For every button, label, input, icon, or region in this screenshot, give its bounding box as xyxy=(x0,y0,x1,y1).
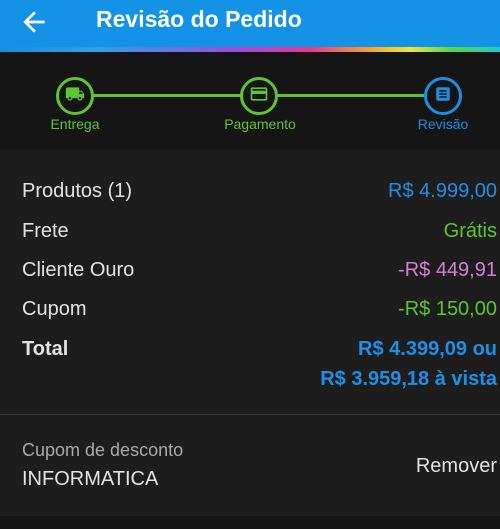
gold-client-label: Cliente Ouro xyxy=(22,259,135,281)
step-label-entrega: Entrega xyxy=(50,116,100,132)
shipping-label: Frete xyxy=(22,220,69,242)
shipping-value: Grátis xyxy=(443,220,497,242)
section-divider xyxy=(0,414,500,415)
document-icon xyxy=(434,85,452,108)
credit-card-icon xyxy=(249,84,269,109)
step-label-revisao: Revisão xyxy=(417,116,469,132)
coupon-code: INFORMATICA xyxy=(22,468,159,490)
back-button[interactable] xyxy=(18,6,58,42)
arrow-back-icon xyxy=(18,6,58,38)
summary-row-shipping: Frete Grátis xyxy=(22,218,497,244)
step-label-pagamento: Pagamento xyxy=(224,116,296,132)
total-value-installments: R$ 4.399,09 ou xyxy=(358,338,497,360)
summary-row-gold-client: Cliente Ouro -R$ 449,91 xyxy=(22,257,497,283)
summary-row-coupon: Cupom -R$ 150,00 xyxy=(22,296,497,322)
coupon-section-label: Cupom de desconto xyxy=(22,440,184,460)
summary-row-products: Produtos (1) R$ 4.999,00 xyxy=(22,178,497,204)
coupon-discount-label: Cupom xyxy=(22,298,87,320)
gold-client-value: -R$ 449,91 xyxy=(398,259,497,281)
total-value-cash: R$ 3.959,18 à vista xyxy=(320,368,497,390)
bottom-panel-edge xyxy=(0,516,500,529)
step-entrega[interactable] xyxy=(56,77,94,115)
step-connector-2 xyxy=(276,94,426,97)
app-bar: Revisão do Pedido xyxy=(0,0,500,47)
step-pagamento[interactable] xyxy=(240,77,278,115)
step-revisao[interactable] xyxy=(424,77,462,115)
coupon-discount-value: -R$ 150,00 xyxy=(398,298,497,320)
total-label: Total xyxy=(22,338,69,360)
page-title: Revisão do Pedido xyxy=(96,6,302,32)
remove-coupon-button[interactable]: Remover xyxy=(416,455,497,478)
products-label: Produtos (1) xyxy=(22,180,133,202)
truck-icon xyxy=(65,84,85,109)
step-connector-1 xyxy=(93,94,243,97)
products-value: R$ 4.999,00 xyxy=(388,180,497,202)
